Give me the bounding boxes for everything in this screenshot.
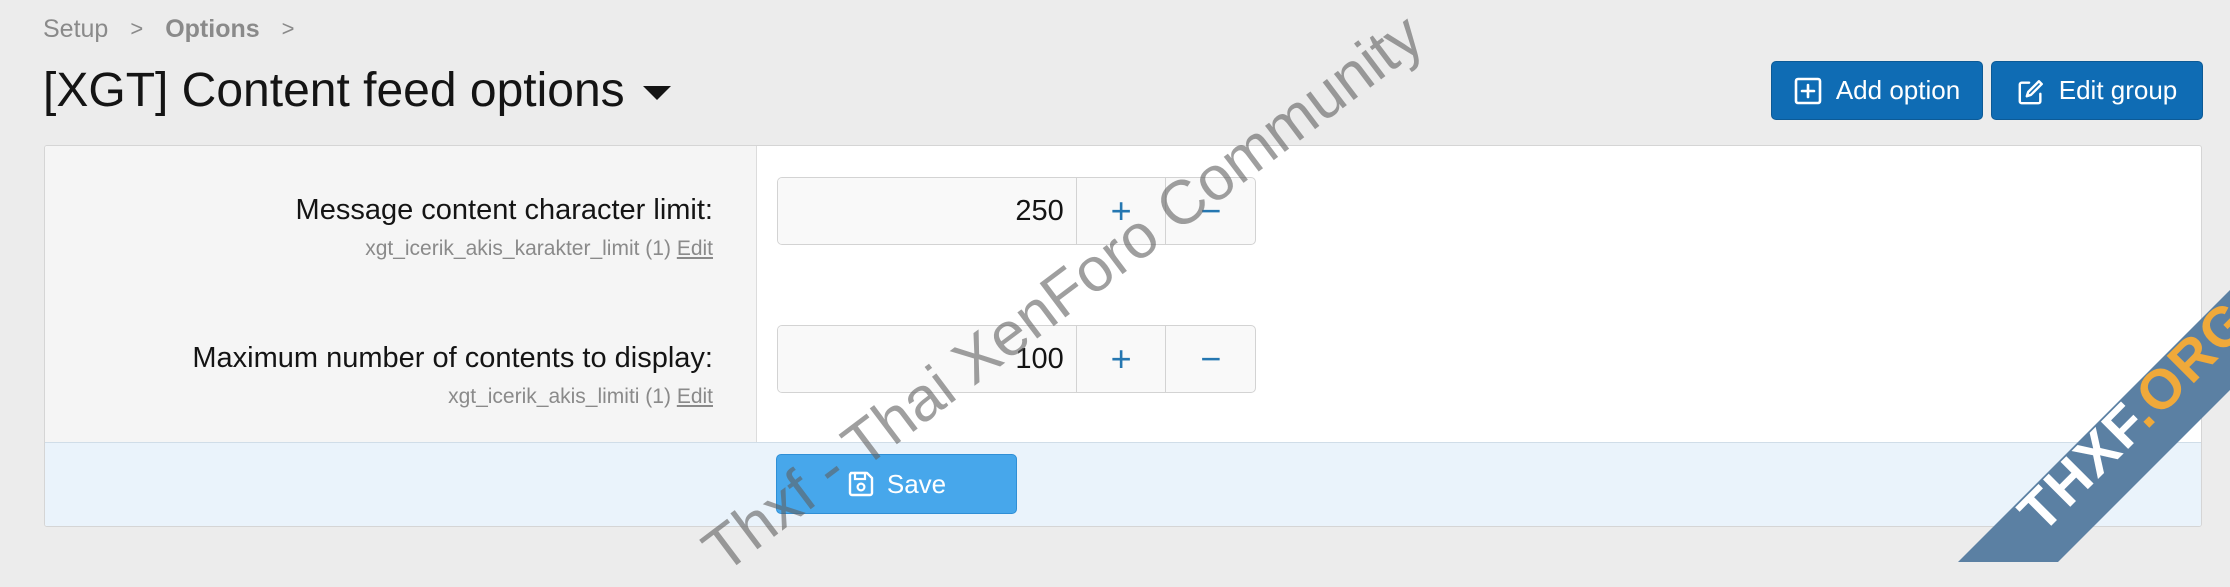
- increment-button[interactable]: +: [1077, 326, 1166, 392]
- content-limit-input[interactable]: 100: [778, 326, 1077, 392]
- option-key: xgt_icerik_akis_karakter_limit (1): [365, 237, 671, 260]
- decrement-button[interactable]: −: [1165, 178, 1255, 244]
- breadcrumb-item-options[interactable]: Options: [165, 15, 259, 44]
- character-limit-stepper: 250 + −: [777, 177, 1256, 245]
- breadcrumb-item-setup[interactable]: Setup: [43, 15, 108, 44]
- options-form: Message content character limit: xgt_ice…: [44, 145, 2202, 527]
- edit-option-link[interactable]: Edit: [677, 385, 713, 408]
- breadcrumb-separator: >: [130, 16, 144, 41]
- page-title-text: [XGT] Content feed options: [43, 63, 625, 117]
- option-row-label: Message content character limit: xgt_ice…: [296, 194, 713, 261]
- option-key: xgt_icerik_akis_limiti (1): [448, 385, 671, 408]
- breadcrumb: Setup > Options >: [43, 12, 317, 46]
- edit-group-label: Edit group: [2058, 75, 2178, 105]
- content-limit-stepper: 100 + −: [777, 325, 1256, 393]
- save-button[interactable]: Save: [776, 454, 1017, 514]
- decrement-button[interactable]: −: [1165, 326, 1255, 392]
- increment-button[interactable]: +: [1077, 178, 1166, 244]
- save-icon: [847, 470, 875, 498]
- caret-down-icon[interactable]: [642, 86, 671, 100]
- option-label: Maximum number of contents to display:: [192, 342, 713, 374]
- page-title[interactable]: [XGT] Content feed options: [43, 60, 671, 120]
- character-limit-input[interactable]: 250: [778, 178, 1077, 244]
- save-label: Save: [886, 468, 947, 499]
- option-row-label: Maximum number of contents to display: x…: [192, 342, 713, 409]
- edit-group-button[interactable]: Edit group: [1991, 61, 2203, 120]
- add-option-button[interactable]: Add option: [1771, 61, 1983, 120]
- option-meta: xgt_icerik_akis_karakter_limit (1) Edit: [296, 237, 713, 261]
- add-option-label: Add option: [1835, 75, 1961, 105]
- form-footer: Save: [45, 442, 2201, 526]
- breadcrumb-separator: >: [281, 16, 295, 41]
- plus-square-icon: [1794, 77, 1822, 105]
- edit-option-link[interactable]: Edit: [677, 237, 713, 260]
- option-label: Message content character limit:: [295, 194, 713, 226]
- option-meta: xgt_icerik_akis_limiti (1) Edit: [192, 385, 713, 409]
- edit-icon: [2017, 77, 2045, 105]
